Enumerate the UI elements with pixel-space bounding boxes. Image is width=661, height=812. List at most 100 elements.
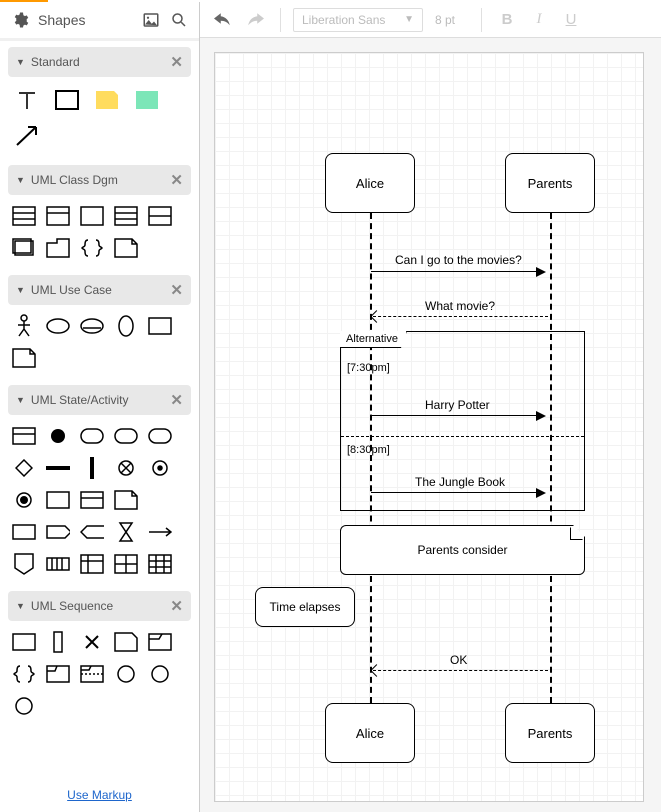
shape-activation[interactable] <box>46 631 70 653</box>
panel-header-usecase[interactable]: ▼ UML Use Case ✕ <box>8 275 191 305</box>
shape-ellipse-line[interactable] <box>80 315 104 337</box>
shape-grid4[interactable] <box>148 553 172 575</box>
shape-class-2[interactable] <box>46 205 70 227</box>
shape-alt[interactable] <box>46 663 70 685</box>
shape-frame[interactable] <box>114 631 138 653</box>
shape-oval[interactable] <box>114 315 138 337</box>
close-icon[interactable]: ✕ <box>170 597 183 615</box>
shape-rect-uc[interactable] <box>148 315 172 337</box>
msg-arrow-ok[interactable] <box>373 670 548 671</box>
note-consider[interactable]: Parents consider <box>340 525 585 575</box>
underline-button[interactable]: U <box>558 7 584 33</box>
shape-ref[interactable] <box>148 631 172 653</box>
font-name-label: Liberation Sans <box>302 13 385 27</box>
shape-braces[interactable] <box>80 237 104 259</box>
shape-action[interactable] <box>12 521 36 543</box>
msg-arrow-m2[interactable] <box>373 316 548 317</box>
shape-decision[interactable] <box>12 457 36 479</box>
close-icon[interactable]: ✕ <box>170 391 183 409</box>
caret-down-icon: ▼ <box>16 601 25 611</box>
shape-destroy[interactable] <box>80 631 104 653</box>
close-icon[interactable]: ✕ <box>170 53 183 71</box>
shape-initial[interactable] <box>46 425 70 447</box>
shape-line-white[interactable] <box>148 237 172 259</box>
canvas[interactable]: Alice Parents Can I go to the movies? Wh… <box>214 52 644 802</box>
shape-circle3[interactable] <box>12 695 36 717</box>
shape-class-1[interactable] <box>80 205 104 227</box>
shape-braces-seq[interactable] <box>12 663 36 685</box>
search-icon[interactable] <box>169 10 189 30</box>
shape-interface[interactable] <box>114 205 138 227</box>
shape-opt[interactable] <box>80 663 104 685</box>
shape-class-3[interactable] <box>12 205 36 227</box>
shape-rr2[interactable] <box>114 425 138 447</box>
shape-grid2[interactable] <box>80 553 104 575</box>
lifeline-alice-bottom[interactable]: Alice <box>325 703 415 763</box>
panel-header-class[interactable]: ▼ UML Class Dgm ✕ <box>8 165 191 195</box>
msg-arrow-m3[interactable] <box>371 415 541 416</box>
shape-fork[interactable] <box>148 521 172 543</box>
shape-region2[interactable] <box>80 489 104 511</box>
shape-rect-green[interactable] <box>132 87 162 113</box>
shape-final[interactable] <box>12 489 36 511</box>
panel-header-sequence[interactable]: ▼ UML Sequence ✕ <box>8 591 191 621</box>
font-select[interactable]: Liberation Sans ▼ <box>293 8 423 32</box>
italic-button[interactable]: I <box>526 7 552 33</box>
shape-rect[interactable] <box>52 87 82 113</box>
sidebar: Shapes ▼ Standard ✕ <box>0 2 200 812</box>
shape-ellipse[interactable] <box>46 315 70 337</box>
shape-circle[interactable] <box>114 663 138 685</box>
shape-package[interactable] <box>46 237 70 259</box>
shape-note-yellow[interactable] <box>92 87 122 113</box>
shape-signal[interactable] <box>46 521 70 543</box>
shape-line-white-uc[interactable] <box>46 347 70 369</box>
shape-rr1[interactable] <box>80 425 104 447</box>
undo-button[interactable] <box>210 7 236 33</box>
msg-label: Can I go to the movies? <box>395 253 522 267</box>
note-time-elapses[interactable]: Time elapses <box>255 587 355 627</box>
bold-button[interactable]: B <box>494 7 520 33</box>
use-markup-link[interactable]: Use Markup <box>0 778 199 812</box>
panel-label: Standard <box>31 55 171 69</box>
panel-header-state[interactable]: ▼ UML State/Activity ✕ <box>8 385 191 415</box>
shape-rr3[interactable] <box>148 425 172 447</box>
shape-region[interactable] <box>46 489 70 511</box>
image-icon[interactable] <box>141 10 161 30</box>
close-icon[interactable]: ✕ <box>170 171 183 189</box>
shape-bar-h[interactable] <box>46 457 70 479</box>
shape-text[interactable] <box>12 87 42 113</box>
shape-note-state[interactable] <box>114 489 138 511</box>
shape-bar-v[interactable] <box>80 457 104 479</box>
shape-grid3[interactable] <box>114 553 138 575</box>
caret-down-icon: ▼ <box>16 285 25 295</box>
panel-header-standard[interactable]: ▼ Standard ✕ <box>8 47 191 77</box>
shape-note-uc[interactable] <box>12 347 36 369</box>
shape-enum[interactable] <box>148 205 172 227</box>
close-icon[interactable]: ✕ <box>170 281 183 299</box>
shape-package2[interactable] <box>12 237 36 259</box>
lifeline-parents-top[interactable]: Parents <box>505 153 595 213</box>
shape-line-state[interactable] <box>148 489 172 511</box>
lifeline-parents-bottom[interactable]: Parents <box>505 703 595 763</box>
shape-circle2[interactable] <box>148 663 172 685</box>
shape-history[interactable] <box>148 457 172 479</box>
shape-arrow[interactable] <box>12 123 42 149</box>
shape-accept[interactable] <box>80 521 104 543</box>
shape-offpage[interactable] <box>12 553 36 575</box>
shape-lifeline-box[interactable] <box>12 631 36 653</box>
shape-flowfinal[interactable] <box>114 457 138 479</box>
redo-button[interactable] <box>242 7 268 33</box>
msg-arrow-m1[interactable] <box>371 271 541 272</box>
panel-label: UML Sequence <box>31 599 171 613</box>
msg-arrow-m4[interactable] <box>371 492 541 493</box>
msg-label: The Jungle Book <box>415 475 505 489</box>
shape-note-corner[interactable] <box>114 237 138 259</box>
gear-icon[interactable] <box>10 10 30 30</box>
msg-label: Harry Potter <box>425 398 490 412</box>
shape-hourglass[interactable] <box>114 521 138 543</box>
shape-expansion[interactable] <box>46 553 70 575</box>
lifeline-alice-top[interactable]: Alice <box>325 153 415 213</box>
font-size-input[interactable]: 8 pt <box>429 8 469 32</box>
shape-actor[interactable] <box>12 315 36 337</box>
shape-state[interactable] <box>12 425 36 447</box>
